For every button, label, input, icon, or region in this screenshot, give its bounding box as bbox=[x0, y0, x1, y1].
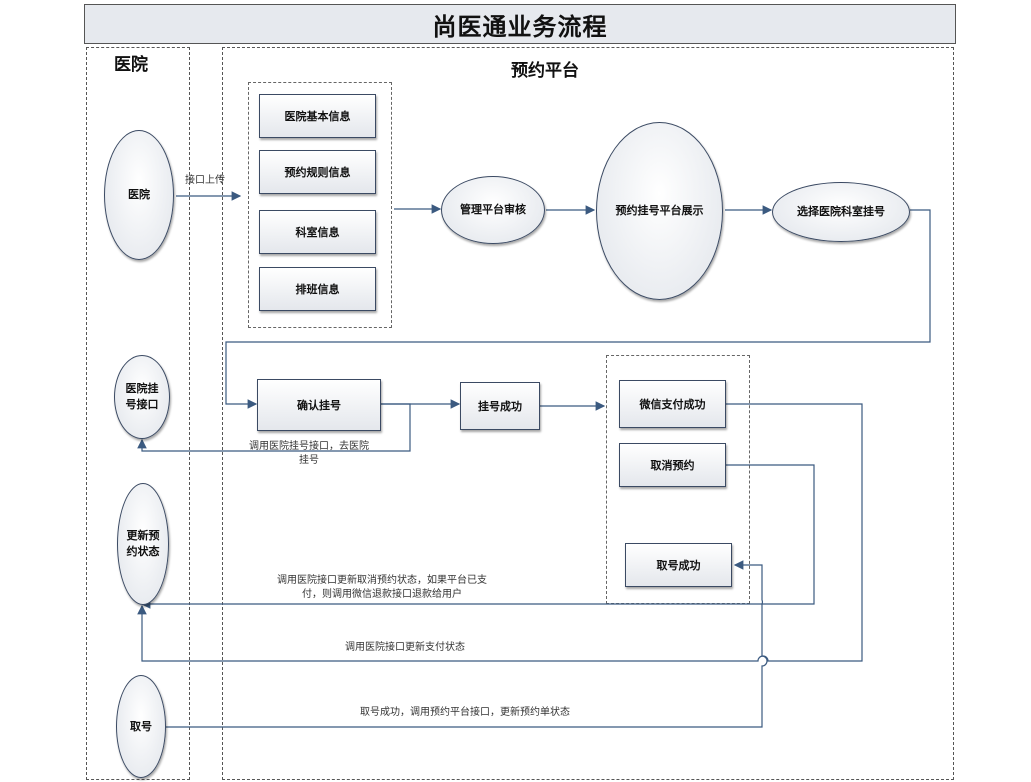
take-number-success-box: 取号成功 bbox=[625, 543, 732, 587]
cancel-booking-box: 取消预约 bbox=[619, 443, 726, 487]
call-hospital-reg-label: 调用医院挂号接口，去医院 挂号 bbox=[249, 441, 369, 466]
department-info-box: 科室信息 bbox=[259, 210, 376, 254]
pay-update-label: 调用医院接口更新支付状态 bbox=[345, 642, 465, 653]
platform-review-node: 管理平台审核 bbox=[441, 176, 545, 244]
take-number-node: 取号 bbox=[116, 675, 166, 778]
platform-display-node: 预约挂号平台展示 bbox=[596, 122, 723, 300]
cancel-update-label: 调用医院接口更新取消预约状态，如果平台已支 付，则调用微信退款接口退款给用户 bbox=[277, 575, 487, 600]
take-update-label: 取号成功，调用预约平台接口，更新预约单状态 bbox=[360, 707, 570, 718]
confirm-registration-box: 确认挂号 bbox=[257, 379, 381, 431]
select-department-node: 选择医院科室挂号 bbox=[772, 182, 910, 242]
booking-rules-info-box: 预约规则信息 bbox=[259, 150, 376, 194]
hospital-node: 医院 bbox=[104, 130, 174, 260]
hospital-reg-interface-node: 医院挂 号接口 bbox=[114, 355, 170, 439]
flow-diagram: 尚医通业务流程 医院 预约平台 医院 医院挂 号接口 更新预 约状态 取号 医院… bbox=[0, 0, 1031, 782]
wechat-pay-success-box: 微信支付成功 bbox=[619, 380, 726, 428]
update-status-node: 更新预 约状态 bbox=[117, 483, 169, 605]
schedule-info-box: 排班信息 bbox=[259, 267, 376, 311]
upload-label: 接口上传 bbox=[185, 175, 225, 186]
hospital-basic-info-box: 医院基本信息 bbox=[259, 94, 376, 138]
registration-success-box: 挂号成功 bbox=[460, 382, 540, 430]
